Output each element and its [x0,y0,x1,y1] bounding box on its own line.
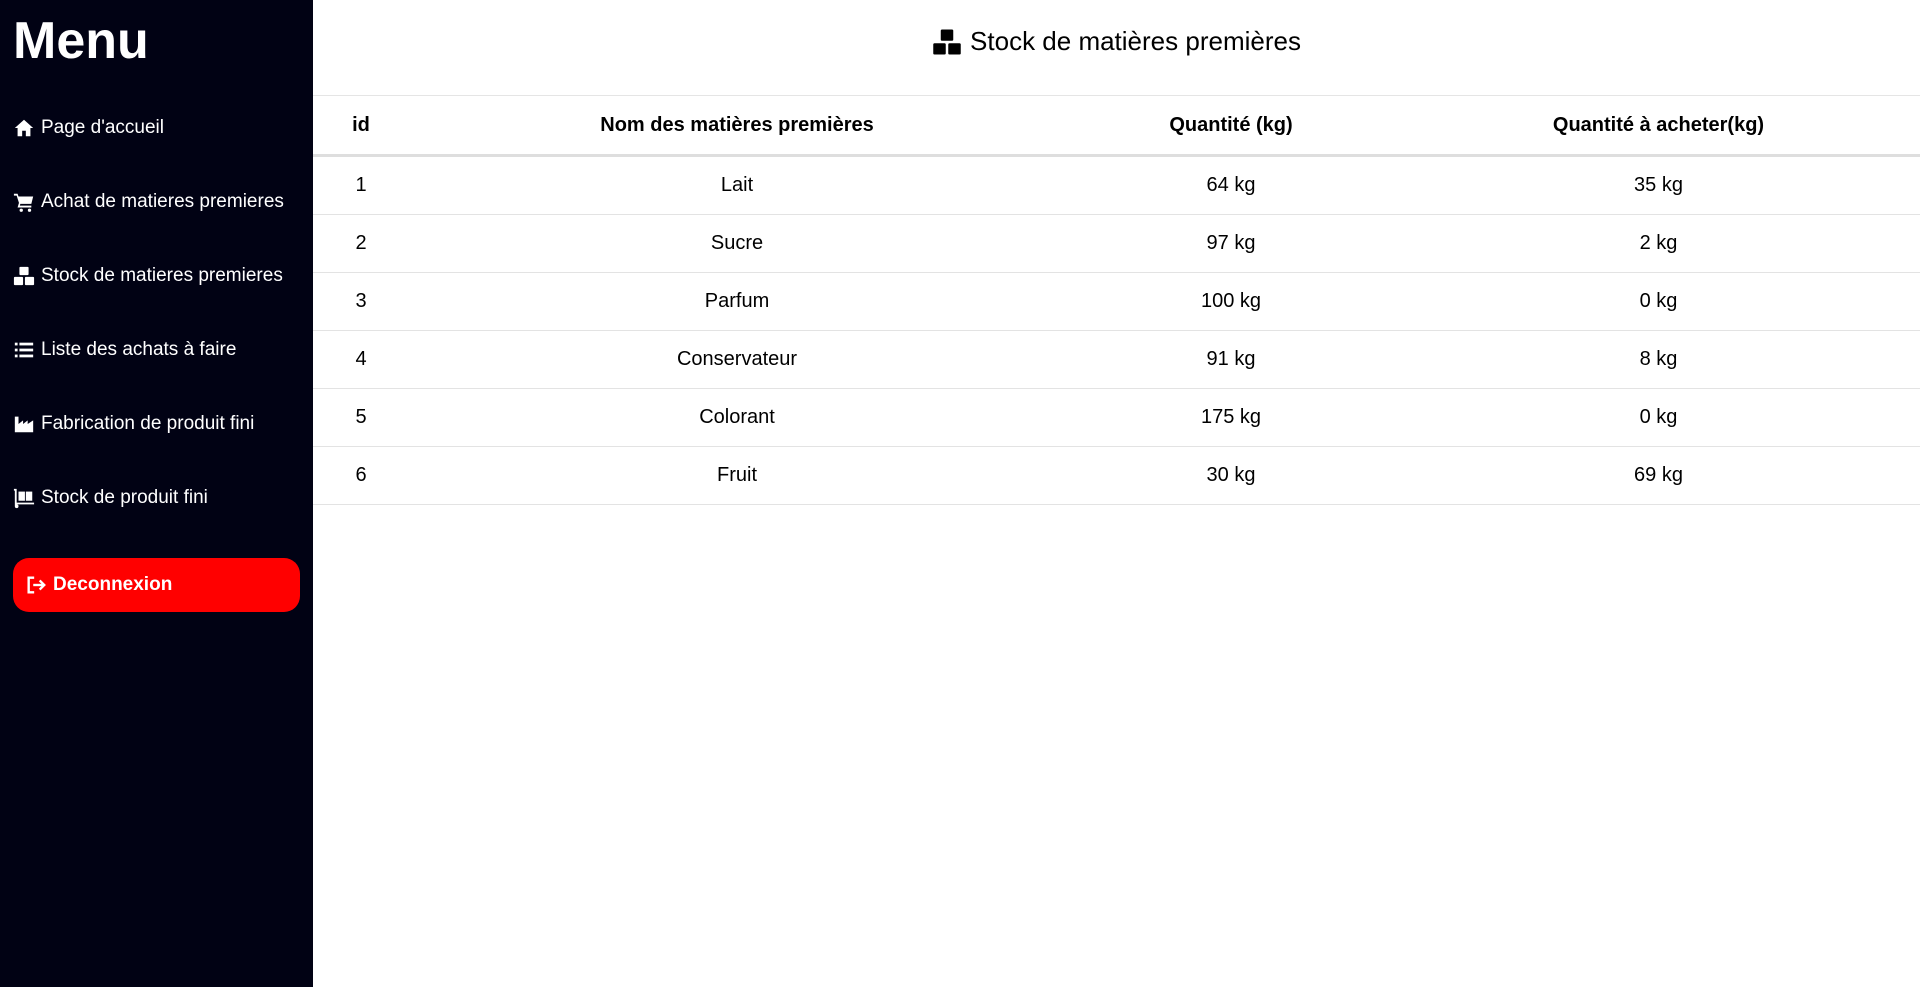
cell-name: Conservateur [409,330,1065,389]
sidebar-item-shopping-list[interactable]: Liste des achats à faire [13,336,300,364]
cell-name: Lait [409,155,1065,215]
page-title: Stock de matières premières [313,0,1920,96]
sidebar-item-label: Liste des achats à faire [41,339,237,360]
cell-name: Sucre [409,214,1065,273]
sidebar-item-label: Stock de produit fini [41,487,208,508]
cart-icon [13,193,34,212]
header-name: Nom des matières premières [409,96,1065,157]
cell-name: Colorant [409,388,1065,447]
cell-quantity-to-buy: 2 kg [1397,214,1920,273]
cell-name: Fruit [409,446,1065,505]
cell-id: 2 [313,214,409,273]
sidebar-item-home[interactable]: Page d'accueil [13,114,300,142]
cell-id: 6 [313,446,409,505]
factory-icon [14,416,34,433]
logout-button[interactable]: Deconnexion [13,558,300,612]
cell-name: Parfum [409,272,1065,331]
page-title-text: Stock de matières premières [970,26,1301,56]
cell-id: 3 [313,272,409,331]
table-row: 2 Sucre 97 kg 2 kg [313,214,1920,273]
dolly-icon [13,488,35,509]
table-row: 3 Parfum 100 kg 0 kg [313,272,1920,331]
sidebar: Menu Page d'accueil Achat de matieres pr… [0,0,313,987]
table-row: 5 Colorant 175 kg 0 kg [313,388,1920,447]
cell-quantity: 64 kg [1065,155,1397,215]
table-row: 4 Conservateur 91 kg 8 kg [313,330,1920,389]
cell-quantity: 100 kg [1065,272,1397,331]
cell-quantity-to-buy: 0 kg [1397,272,1920,331]
cell-quantity-to-buy: 8 kg [1397,330,1920,389]
cell-quantity: 97 kg [1065,214,1397,273]
cell-quantity: 91 kg [1065,330,1397,389]
header-id: id [313,96,409,157]
sidebar-item-purchase[interactable]: Achat de matieres premieres [13,188,300,216]
cell-quantity-to-buy: 0 kg [1397,388,1920,447]
header-quantity-to-buy: Quantité à acheter(kg) [1397,96,1920,157]
sidebar-item-manufacturing[interactable]: Fabrication de produit fini [13,410,300,438]
sidebar-item-finished-stock[interactable]: Stock de produit fini [13,484,300,512]
table-row: 1 Lait 64 kg 35 kg [313,155,1920,215]
logout-icon [27,576,46,594]
main-content: Stock de matières premières id Nom des m… [313,0,1920,987]
cell-quantity-to-buy: 35 kg [1397,155,1920,215]
list-icon [14,342,34,358]
home-icon [14,119,34,137]
sidebar-item-raw-stock[interactable]: Stock de matieres premieres [13,262,300,290]
cell-id: 4 [313,330,409,389]
header-quantity: Quantité (kg) [1065,96,1397,157]
logout-label: Deconnexion [53,574,173,595]
menu-title: Menu [13,12,149,70]
raw-materials-table: id Nom des matières premières Quantité (… [313,96,1920,505]
sidebar-item-label: Fabrication de produit fini [41,413,255,434]
sidebar-item-label: Page d'accueil [41,117,164,138]
cell-id: 5 [313,388,409,447]
cell-id: 1 [313,155,409,215]
sidebar-item-label: Achat de matieres premieres [41,191,284,212]
sidebar-item-label: Stock de matieres premieres [41,265,283,286]
cell-quantity: 30 kg [1065,446,1397,505]
cell-quantity-to-buy: 69 kg [1397,446,1920,505]
cell-quantity: 175 kg [1065,388,1397,447]
boxes-icon [933,29,961,54]
table-header-row: id Nom des matières premières Quantité (… [313,96,1920,157]
boxes-icon [13,266,35,286]
table-row: 6 Fruit 30 kg 69 kg [313,446,1920,505]
